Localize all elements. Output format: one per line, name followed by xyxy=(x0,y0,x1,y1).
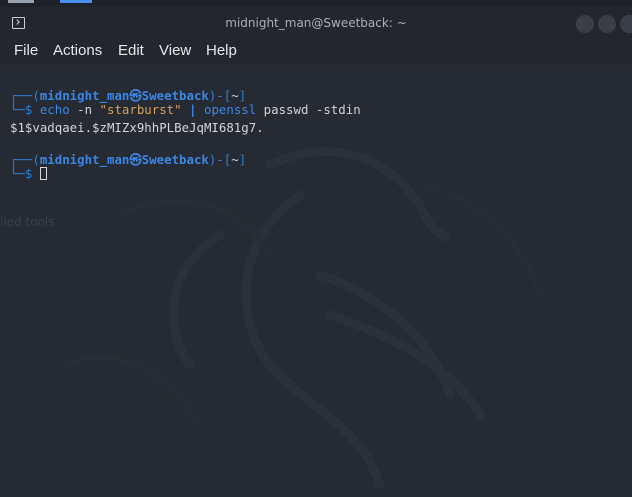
menu-edit[interactable]: Edit xyxy=(118,42,144,59)
terminal-window: midnight_man@Sweetback: ~ File Actions E… xyxy=(0,7,632,497)
menu-help[interactable]: Help xyxy=(206,42,237,59)
taskbar-indicator xyxy=(8,0,34,3)
menu-file[interactable]: File xyxy=(14,42,38,59)
text-cursor xyxy=(39,167,47,180)
prompt-user-host: midnight_man㉿Sweetback xyxy=(39,152,209,167)
top-desktop-strip xyxy=(0,0,632,7)
taskbar-active-indicator xyxy=(60,0,92,3)
menu-view[interactable]: View xyxy=(159,42,191,59)
terminal-area[interactable]: lled tools ┌──(midnight_man㉿Sweetback)-[… xyxy=(0,65,632,497)
maximize-button[interactable] xyxy=(598,15,616,33)
command-line-1: └─$ echo -n "starburst" | openssl passwd… xyxy=(10,102,361,117)
close-button[interactable] xyxy=(620,15,632,33)
window-title: midnight_man@Sweetback: ~ xyxy=(225,16,407,30)
command-output: $1$vadqaei.$zMIZx9hhPLBeJqMI681g7. xyxy=(10,120,264,135)
prompt-user-host: midnight_man㉿Sweetback xyxy=(39,88,209,103)
menu-bar: File Actions Edit View Help xyxy=(0,39,632,65)
string-argument: "starburst" xyxy=(99,102,182,117)
ghost-background-text: lled tools xyxy=(0,215,55,229)
command-line-2[interactable]: └─$ xyxy=(10,166,47,181)
minimize-button[interactable] xyxy=(576,15,594,33)
title-bar[interactable]: midnight_man@Sweetback: ~ xyxy=(0,7,632,39)
menu-actions[interactable]: Actions xyxy=(53,42,102,59)
